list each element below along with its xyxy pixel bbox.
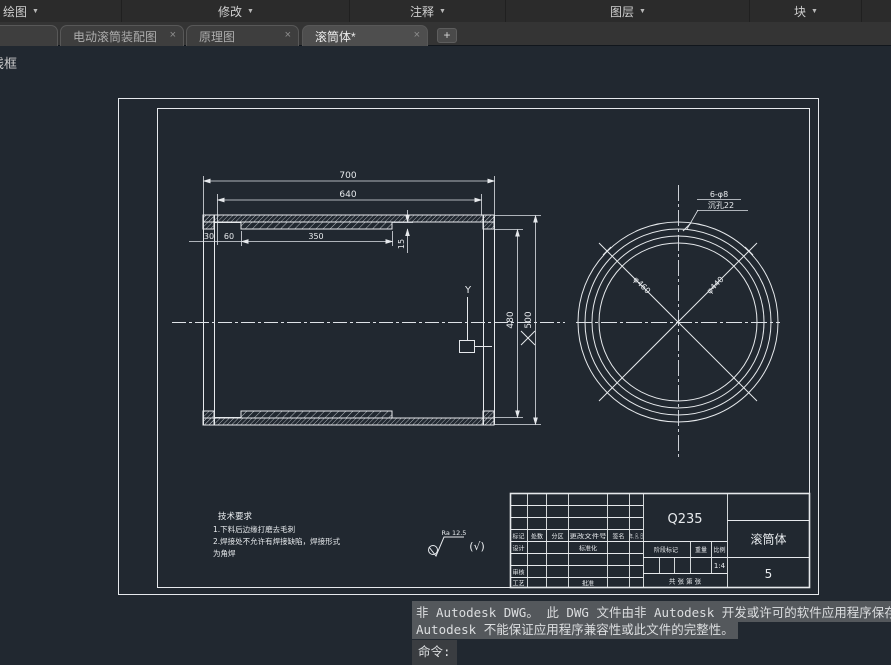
dimension-lines bbox=[189, 176, 541, 426]
tb-hdr-date: 年、月、日 bbox=[630, 533, 643, 541]
close-icon[interactable]: × bbox=[285, 29, 291, 41]
dim-700: 700 bbox=[339, 171, 356, 181]
cad-drawing: 700 640 30 60 350 15 480 500 Y 6-φ8 沉孔22… bbox=[118, 98, 819, 595]
tb-hdr-zone: 分区 bbox=[551, 533, 563, 541]
break-mark bbox=[520, 330, 536, 346]
chevron-down-icon: ▼ bbox=[439, 7, 446, 15]
tb-part-name: 滚筒体 bbox=[750, 532, 786, 547]
holes-note-line1: 6-φ8 bbox=[710, 190, 728, 199]
ribbon-panel-modify[interactable]: 修改 ▼ bbox=[123, 0, 350, 22]
ribbon-panel-annotate-label: 注释 bbox=[410, 4, 435, 19]
tb-hdr-count: 处数 bbox=[531, 533, 543, 541]
new-tab-button[interactable]: + bbox=[437, 28, 457, 43]
tb-weight-label: 重量 bbox=[695, 546, 707, 554]
chevron-down-icon: ▼ bbox=[247, 7, 254, 15]
holes-note-line2: 沉孔22 bbox=[708, 201, 734, 210]
dim-500: 500 bbox=[524, 311, 534, 328]
tb-design: 设计 bbox=[512, 545, 524, 553]
file-tab-label: 滚筒体* bbox=[315, 29, 356, 44]
tb-material: Q235 bbox=[667, 512, 702, 527]
ucs-icon bbox=[459, 297, 492, 353]
close-icon[interactable]: × bbox=[170, 29, 176, 41]
chevron-down-icon: ▼ bbox=[811, 7, 818, 15]
file-tab-schematic[interactable]: 原理图 × bbox=[186, 25, 299, 46]
tb-standard: 标准化 bbox=[579, 545, 597, 553]
ribbon-panel-layers[interactable]: 图层 ▼ bbox=[507, 0, 750, 22]
dim-480: 480 bbox=[506, 311, 516, 328]
tb-check: 审核 bbox=[512, 569, 524, 577]
tb-hdr-sign: 签名 bbox=[612, 533, 624, 541]
file-tab-label: 电动滚筒装配图 bbox=[73, 29, 158, 44]
ribbon-panel-annotate[interactable]: 注释 ▼ bbox=[351, 0, 506, 22]
technical-notes: 技术要求 1.下料后边缘打磨去毛刺 2.焊接处不允许有焊接缺陷，焊接形式 为角焊 bbox=[213, 511, 341, 558]
roughness-value: Ra 12.5 bbox=[442, 529, 467, 537]
file-tab-partial[interactable] bbox=[0, 25, 58, 46]
tb-scale-value: 1:4 bbox=[714, 562, 726, 570]
file-tab-bar: 电动滚筒装配图 × 原理图 × 滚筒体* × + bbox=[0, 22, 891, 46]
tb-stage-label: 阶段标记 bbox=[654, 546, 678, 554]
notes-line2: 2.焊接处不允许有焊接缺陷，焊接形式 bbox=[213, 536, 341, 546]
roughness-other: (√) bbox=[469, 540, 485, 553]
tb-sheet-no: 5 bbox=[765, 567, 773, 581]
tb-approve: 批准 bbox=[582, 580, 594, 588]
chevron-down-icon: ▼ bbox=[32, 7, 39, 15]
dim-350: 350 bbox=[308, 232, 323, 241]
dim-30: 30 bbox=[204, 232, 214, 241]
file-tab-assembly[interactable]: 电动滚筒装配图 × bbox=[60, 25, 184, 46]
ribbon-panel-draw[interactable]: 绘图 ▼ bbox=[0, 0, 122, 22]
notes-line1: 1.下料后边缘打磨去毛刺 bbox=[213, 524, 295, 534]
ribbon-panel-layers-label: 图层 bbox=[610, 4, 635, 19]
ucs-y-label: Y bbox=[464, 285, 472, 296]
dim-15: 15 bbox=[397, 239, 406, 249]
tb-sheets: 共 张 第 张 bbox=[669, 577, 702, 586]
notes-title: 技术要求 bbox=[218, 511, 253, 522]
ribbon-bar: 绘图 ▼ 修改 ▼ 注释 ▼ 图层 ▼ 块 ▼ bbox=[0, 0, 891, 22]
roughness-symbol bbox=[428, 536, 464, 557]
chevron-down-icon: ▼ bbox=[639, 7, 646, 15]
tb-process: 工艺 bbox=[512, 580, 524, 588]
command-prompt-input[interactable]: 命令: bbox=[412, 660, 457, 665]
dim-60: 60 bbox=[224, 232, 234, 241]
tb-scale-label: 比例 bbox=[713, 546, 725, 554]
ribbon-panel-block[interactable]: 块 ▼ bbox=[751, 0, 862, 22]
ribbon-panel-block-label: 块 bbox=[794, 4, 807, 19]
command-prompt[interactable]: 命令: bbox=[412, 640, 457, 661]
tb-hdr-mark: 标记 bbox=[512, 533, 524, 541]
file-tab-drum-body[interactable]: 滚筒体* × bbox=[302, 25, 428, 46]
tb-hdr-docno: 更改文件号 bbox=[570, 533, 607, 541]
dim-640: 640 bbox=[339, 190, 356, 200]
notes-line3: 为角焊 bbox=[213, 548, 236, 558]
drawing-canvas[interactable]: 线框 bbox=[0, 46, 891, 665]
ribbon-panel-modify-label: 修改 bbox=[218, 4, 243, 19]
file-tab-label: 原理图 bbox=[199, 29, 236, 44]
end-view bbox=[577, 221, 779, 423]
command-warning-line2: Autodesk 不能保证应用程序兼容性或此文件的完整性。 bbox=[412, 618, 738, 639]
ribbon-panel-draw-label: 绘图 bbox=[3, 4, 28, 19]
close-icon[interactable]: × bbox=[414, 29, 420, 41]
